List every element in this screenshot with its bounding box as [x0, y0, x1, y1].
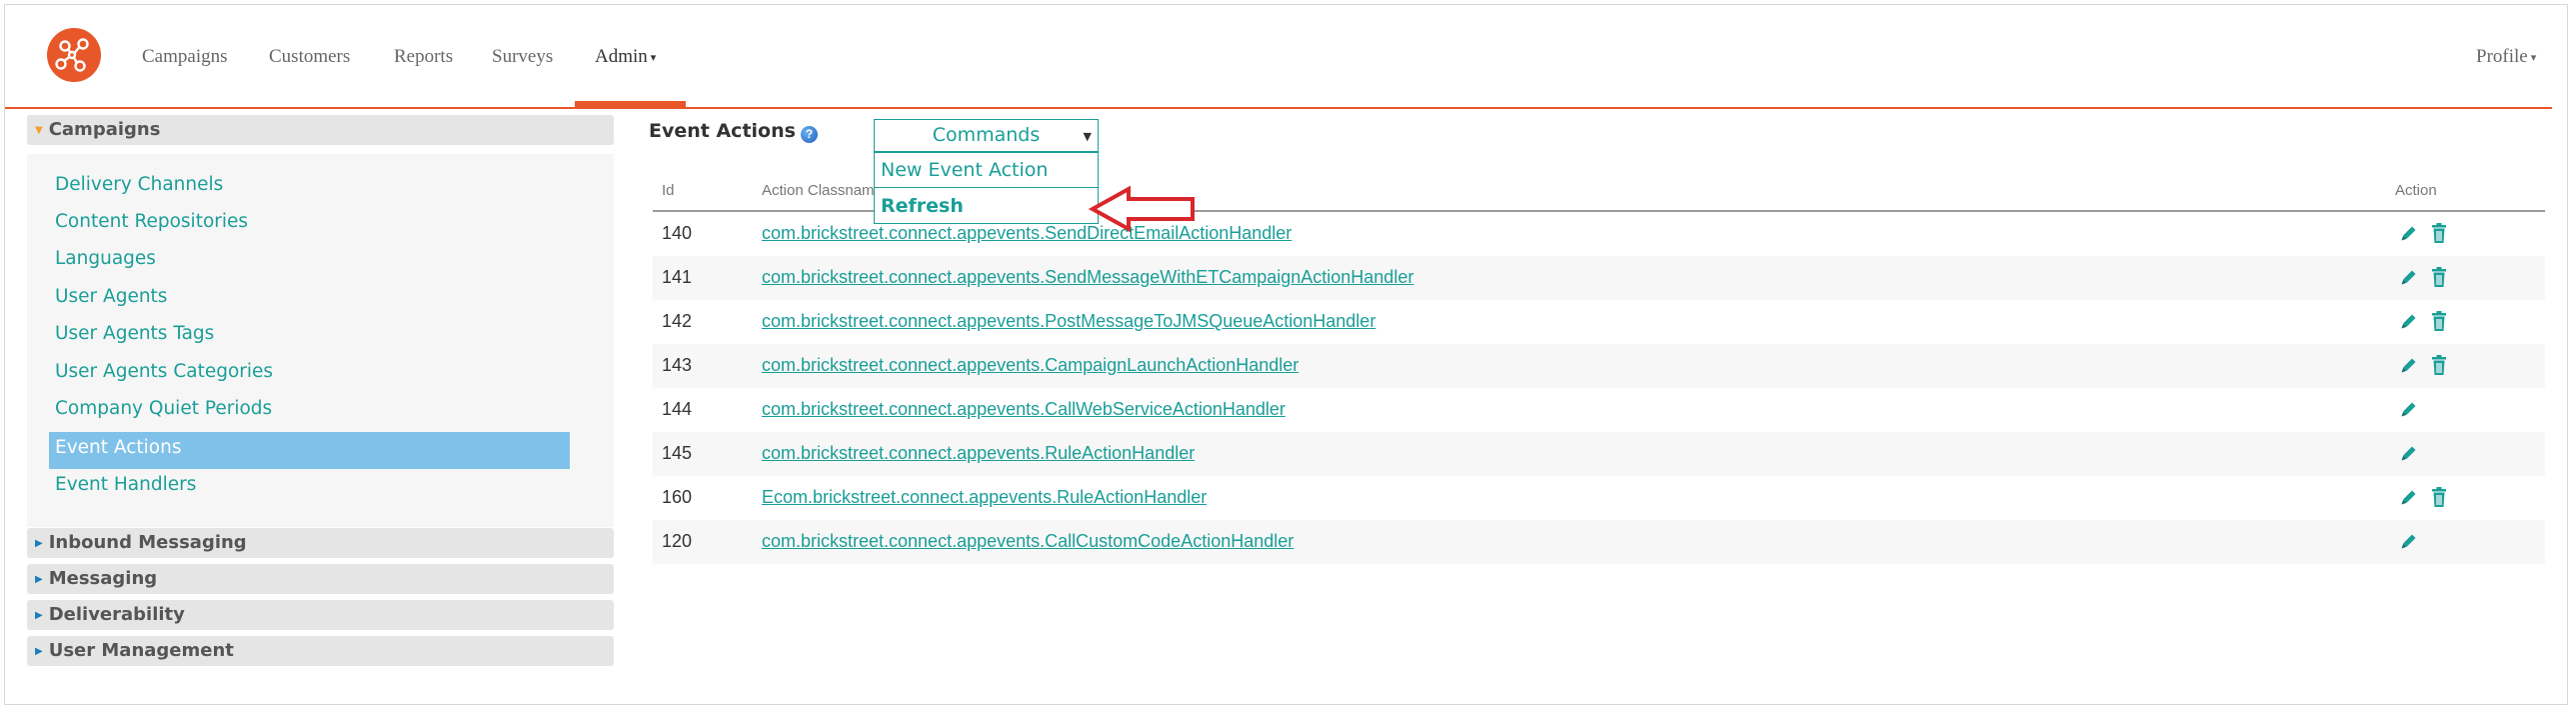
edit-icon[interactable] — [2399, 443, 2419, 463]
row-id: 120 — [662, 531, 693, 551]
table-row: 144 com.brickstreet.connect.appevents.Cal… — [653, 388, 2545, 432]
app-frame: Campaigns Customers Reports Surveys Admi… — [4, 4, 2568, 705]
sidebar-item-company-quiet-periods[interactable]: Company Quiet Periods — [55, 398, 272, 419]
trash-icon[interactable] — [2430, 310, 2448, 332]
table-row: 142 com.brickstreet.connect.appevents.Pos… — [653, 300, 2545, 344]
help-icon[interactable]: ? — [801, 126, 818, 143]
sidebar-section-inbound-messaging[interactable]: ▶ Inbound Messaging — [27, 528, 614, 558]
nav-campaigns[interactable]: Campaigns — [142, 46, 228, 68]
table-row: 120 com.brickstreet.connect.appevents.Cal… — [653, 520, 2545, 564]
column-header-action: Action — [2395, 182, 2437, 199]
row-id: 142 — [662, 311, 693, 331]
sidebar-item-user-agents-tags[interactable]: User Agents Tags — [55, 323, 214, 344]
nav-admin-label: Admin — [595, 46, 648, 67]
row-classname-link[interactable]: com.brickstreet.connect.appevents.Campai… — [762, 355, 1298, 376]
chevron-down-icon: ▾ — [650, 52, 657, 65]
nav-admin[interactable]: Admin ▾ — [595, 46, 656, 68]
caret-right-icon: ▶ — [35, 574, 43, 585]
row-classname-link[interactable]: com.brickstreet.connect.appevents.CallCu… — [762, 531, 1293, 552]
row-id: 144 — [662, 399, 693, 419]
edit-icon[interactable] — [2399, 355, 2419, 375]
nav-surveys[interactable]: Surveys — [492, 46, 553, 68]
sidebar-section-label: Deliverability — [48, 604, 185, 625]
menu-item-refresh[interactable]: Refresh — [881, 195, 964, 217]
commands-label: Commands — [932, 124, 1041, 146]
trash-icon[interactable] — [2430, 354, 2448, 376]
caret-right-icon: ▶ — [35, 646, 43, 657]
sidebar-section-campaigns[interactable]: ▼ Campaigns — [27, 115, 614, 145]
edit-icon[interactable] — [2399, 267, 2419, 287]
nav-profile-label: Profile — [2476, 46, 2528, 67]
edit-icon[interactable] — [2399, 399, 2419, 419]
brand-logo-icon[interactable] — [47, 28, 101, 82]
commands-menu: New Event Action Refresh — [874, 152, 1099, 224]
row-classname-link[interactable]: com.brickstreet.connect.appevents.SendMe… — [762, 267, 1413, 288]
menu-divider — [875, 187, 1098, 188]
edit-icon[interactable] — [2399, 311, 2419, 331]
edit-icon[interactable] — [2399, 223, 2419, 243]
row-classname-link[interactable]: com.brickstreet.connect.appevents.CallWe… — [762, 399, 1286, 420]
sidebar-section-label: Messaging — [48, 568, 158, 589]
edit-icon[interactable] — [2399, 531, 2419, 551]
row-id: 143 — [662, 355, 693, 375]
chevron-down-icon: ▼ — [1083, 130, 1092, 143]
caret-right-icon: ▶ — [35, 610, 43, 621]
trash-icon[interactable] — [2430, 486, 2448, 508]
row-id: 140 — [662, 223, 693, 243]
sidebar-section-user-management[interactable]: ▶ User Management — [27, 636, 614, 666]
sidebar-section-messaging[interactable]: ▶ Messaging — [27, 564, 614, 594]
row-classname-link[interactable]: Ecom.brickstreet.connect.appevents.RuleA… — [762, 487, 1207, 508]
table-row: 145 com.brickstreet.connect.appevents.Rul… — [653, 432, 2545, 476]
sidebar-section-label: Inbound Messaging — [48, 532, 247, 553]
sidebar-section-deliverability[interactable]: ▶ Deliverability — [27, 600, 614, 630]
annotation-arrow-icon — [1089, 185, 1195, 233]
sidebar-item-user-agents-categories[interactable]: User Agents Categories — [55, 361, 273, 382]
caret-down-icon: ▼ — [35, 125, 43, 136]
column-header-classname: Action Classname — [762, 182, 883, 199]
sidebar-item-event-actions[interactable]: Event Actions — [55, 437, 181, 458]
sidebar-item-user-agents[interactable]: User Agents — [55, 286, 167, 307]
trash-icon[interactable] — [2430, 222, 2448, 244]
row-id: 141 — [662, 267, 693, 287]
menu-item-new-event-action[interactable]: New Event Action — [881, 159, 1048, 181]
column-header-id: Id — [662, 182, 675, 199]
sidebar-item-event-handlers[interactable]: Event Handlers — [55, 474, 196, 495]
page-title: Event Actions — [649, 120, 796, 142]
nav-reports[interactable]: Reports — [394, 46, 453, 68]
table-row: 141 com.brickstreet.connect.appevents.Sen… — [653, 256, 2545, 300]
sidebar-item-languages[interactable]: Languages — [55, 248, 156, 269]
table-row: 160 Ecom.brickstreet.connect.appevents.Ru… — [653, 476, 2545, 520]
sidebar-item-delivery-channels[interactable]: Delivery Channels — [55, 174, 223, 195]
caret-right-icon: ▶ — [35, 538, 43, 549]
sidebar-section-label: Campaigns — [48, 119, 161, 140]
trash-icon[interactable] — [2430, 266, 2448, 288]
row-id: 145 — [662, 443, 693, 463]
commands-dropdown-button[interactable]: Commands ▼ — [874, 119, 1099, 152]
row-classname-link[interactable]: com.brickstreet.connect.appevents.RuleAc… — [762, 443, 1195, 464]
row-id: 160 — [662, 487, 693, 507]
table-row: 143 com.brickstreet.connect.appevents.Cam… — [653, 344, 2545, 388]
row-classname-link[interactable]: com.brickstreet.connect.appevents.PostMe… — [762, 311, 1375, 332]
nav-profile[interactable]: Profile ▾ — [2476, 46, 2536, 68]
row-classname-link[interactable]: com.brickstreet.connect.appevents.SendDi… — [762, 223, 1291, 244]
sidebar-section-label: User Management — [48, 640, 234, 661]
top-navbar: Campaigns Customers Reports Surveys Admi… — [5, 5, 2567, 109]
sidebar-item-content-repositories[interactable]: Content Repositories — [55, 211, 248, 232]
edit-icon[interactable] — [2399, 487, 2419, 507]
nav-customers[interactable]: Customers — [269, 46, 350, 68]
navbar-divider — [5, 107, 2552, 109]
chevron-down-icon: ▾ — [2530, 52, 2537, 65]
